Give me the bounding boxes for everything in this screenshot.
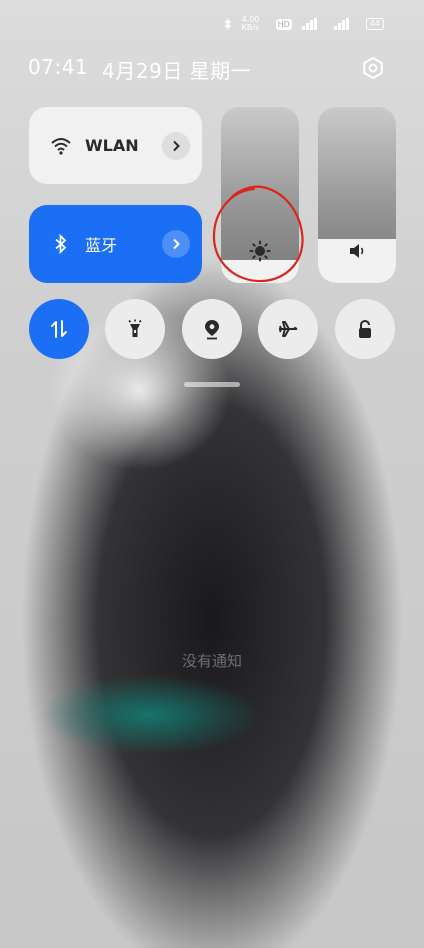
- signal-icon: [333, 18, 356, 30]
- location-icon: [205, 320, 219, 340]
- brightness-slider[interactable]: [221, 107, 299, 283]
- bluetooth-icon: [47, 230, 75, 258]
- bluetooth-label: 蓝牙: [85, 236, 118, 255]
- date-label: 4月29日 星期一: [102, 59, 252, 83]
- bluetooth-tile[interactable]: 蓝牙: [29, 205, 202, 283]
- bluetooth-expand-button[interactable]: [162, 230, 190, 258]
- settings-button[interactable]: [360, 55, 386, 81]
- brightness-level-fill: [221, 260, 299, 283]
- speaker-icon: [345, 239, 369, 263]
- wifi-icon: [47, 132, 75, 160]
- clock-time: 07:41: [28, 55, 89, 79]
- volume-slider[interactable]: [318, 107, 396, 283]
- screen-lock-button[interactable]: [335, 299, 395, 359]
- wlan-label: WLAN: [85, 136, 139, 155]
- hd-badge: HD: [275, 18, 292, 30]
- sun-icon: [248, 239, 272, 263]
- network-speed: 4.00 KB/s: [241, 15, 260, 32]
- airplane-icon: [279, 321, 298, 337]
- panel-drag-handle[interactable]: [184, 382, 240, 387]
- flashlight-button[interactable]: [105, 299, 165, 359]
- status-bar: 4.00 KB/s HD 44: [224, 14, 384, 34]
- lock-icon: [359, 319, 371, 338]
- mobile-data-button[interactable]: [29, 299, 89, 359]
- bluetooth-status-icon: [224, 18, 232, 30]
- chevron-right-icon: [173, 238, 180, 250]
- chevron-right-icon: [173, 140, 180, 151]
- time-date: 07:41 4月29日 星期一: [28, 55, 251, 84]
- wlan-tile[interactable]: WLAN: [29, 107, 202, 184]
- data-arrows-icon: [51, 320, 67, 338]
- settings-icon: [363, 57, 383, 79]
- wlan-expand-button[interactable]: [162, 131, 190, 160]
- signal-icon: [301, 18, 324, 30]
- airplane-mode-button[interactable]: [258, 299, 318, 359]
- flashlight-icon: [128, 319, 142, 337]
- battery-icon: 44: [365, 18, 384, 30]
- location-button[interactable]: [182, 299, 242, 359]
- no-notifications-text: 没有通知: [181, 652, 242, 670]
